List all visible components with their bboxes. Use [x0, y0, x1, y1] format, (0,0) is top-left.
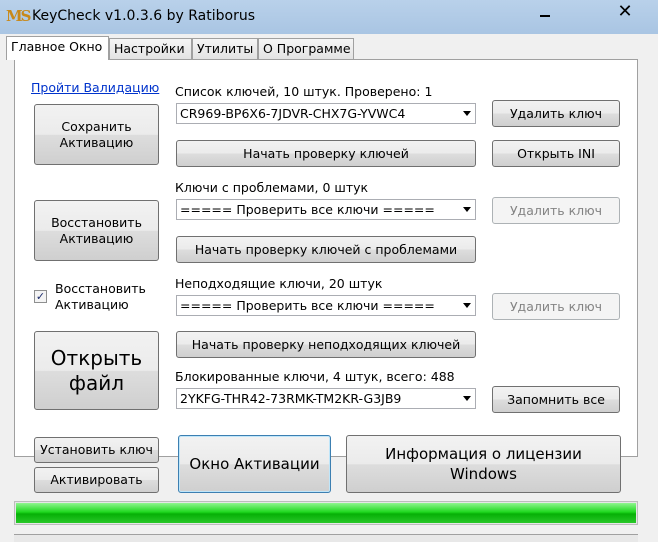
tab-settings[interactable]: Настройки: [109, 38, 192, 59]
save-activation-button[interactable]: Сохранить Активацию: [34, 104, 159, 165]
tab-utilities[interactable]: Утилиты: [192, 38, 258, 59]
delete-unsuitable-key-button[interactable]: Удалить ключ: [492, 293, 620, 320]
restore-activation-checkbox[interactable]: ✓: [34, 290, 47, 303]
install-key-button[interactable]: Установить ключ: [34, 437, 159, 463]
keys-select[interactable]: CR969-BP6X6-7JDVR-CHX7G-YVWC4: [176, 103, 476, 124]
tab-main-window[interactable]: Главное Окно: [6, 36, 109, 60]
open-file-button[interactable]: Открыть файл: [34, 331, 159, 410]
title-bar[interactable]: MS KeyCheck v1.0.3.6 by Ratiborus ✕: [0, 0, 658, 34]
blocked-keys-select[interactable]: 2YKFG-THR42-73RMK-TM2KR-G3JB9: [176, 388, 476, 409]
keys-list-label: Список ключей, 10 штук. Проверено: 1: [175, 84, 433, 99]
delete-key-button[interactable]: Удалить ключ: [492, 100, 620, 127]
blocked-keys-select-value: 2YKFG-THR42-73RMK-TM2KR-G3JB9: [180, 391, 402, 406]
status-bar: [14, 534, 638, 542]
minimize-button[interactable]: [530, 2, 560, 24]
open-ini-button[interactable]: Открыть INI: [492, 140, 620, 167]
tab-about[interactable]: О Программе: [258, 38, 354, 59]
chevron-down-icon: [463, 303, 471, 308]
validation-link[interactable]: Пройти Валидацию: [31, 80, 159, 95]
start-problem-key-check-button[interactable]: Начать проверку ключей с проблемами: [176, 236, 476, 263]
unsuitable-keys-label: Неподходящие ключи, 20 штук: [175, 276, 383, 291]
start-unsuitable-key-check-button[interactable]: Начать проверку неподходящих ключей: [176, 331, 476, 358]
chevron-down-icon: [463, 111, 471, 116]
chevron-down-icon: [463, 396, 471, 401]
unsuitable-keys-select-value: ===== Проверить все ключи =====: [180, 298, 435, 313]
main-panel: Пройти Валидацию Сохранить Активацию Вос…: [14, 59, 638, 457]
problem-keys-select[interactable]: ===== Проверить все ключи =====: [176, 199, 476, 220]
start-key-check-button[interactable]: Начать проверку ключей: [176, 140, 476, 167]
license-info-button[interactable]: Информация о лицензии Windows: [346, 435, 621, 493]
remember-all-button[interactable]: Запомнить все: [492, 386, 620, 413]
blocked-keys-label: Блокированные ключи, 4 штук, всего: 488: [175, 369, 455, 384]
activation-window-button[interactable]: Окно Активации: [178, 435, 331, 493]
delete-problem-key-button[interactable]: Удалить ключ: [492, 197, 620, 224]
close-button[interactable]: ✕: [610, 2, 640, 24]
client-area: Главное Окно Настройки Утилиты О Програм…: [0, 34, 658, 542]
window-title: KeyCheck v1.0.3.6 by Ratiborus: [32, 8, 255, 24]
restore-activation-button[interactable]: Восстановить Активацию: [34, 200, 159, 261]
problem-keys-label: Ключи с проблемами, 0 штук: [175, 180, 369, 195]
chevron-down-icon: [463, 207, 471, 212]
unsuitable-keys-select[interactable]: ===== Проверить все ключи =====: [176, 295, 476, 316]
app-icon: MS: [6, 7, 31, 25]
keys-select-value: CR969-BP6X6-7JDVR-CHX7G-YVWC4: [180, 106, 406, 121]
progress-bar: [14, 501, 638, 525]
problem-keys-select-value: ===== Проверить все ключи =====: [180, 202, 435, 217]
progress-bar-fill: [16, 503, 636, 523]
restore-activation-checkbox-label: Восстановить Активацию: [55, 281, 146, 312]
activate-button[interactable]: Активировать: [34, 467, 159, 493]
